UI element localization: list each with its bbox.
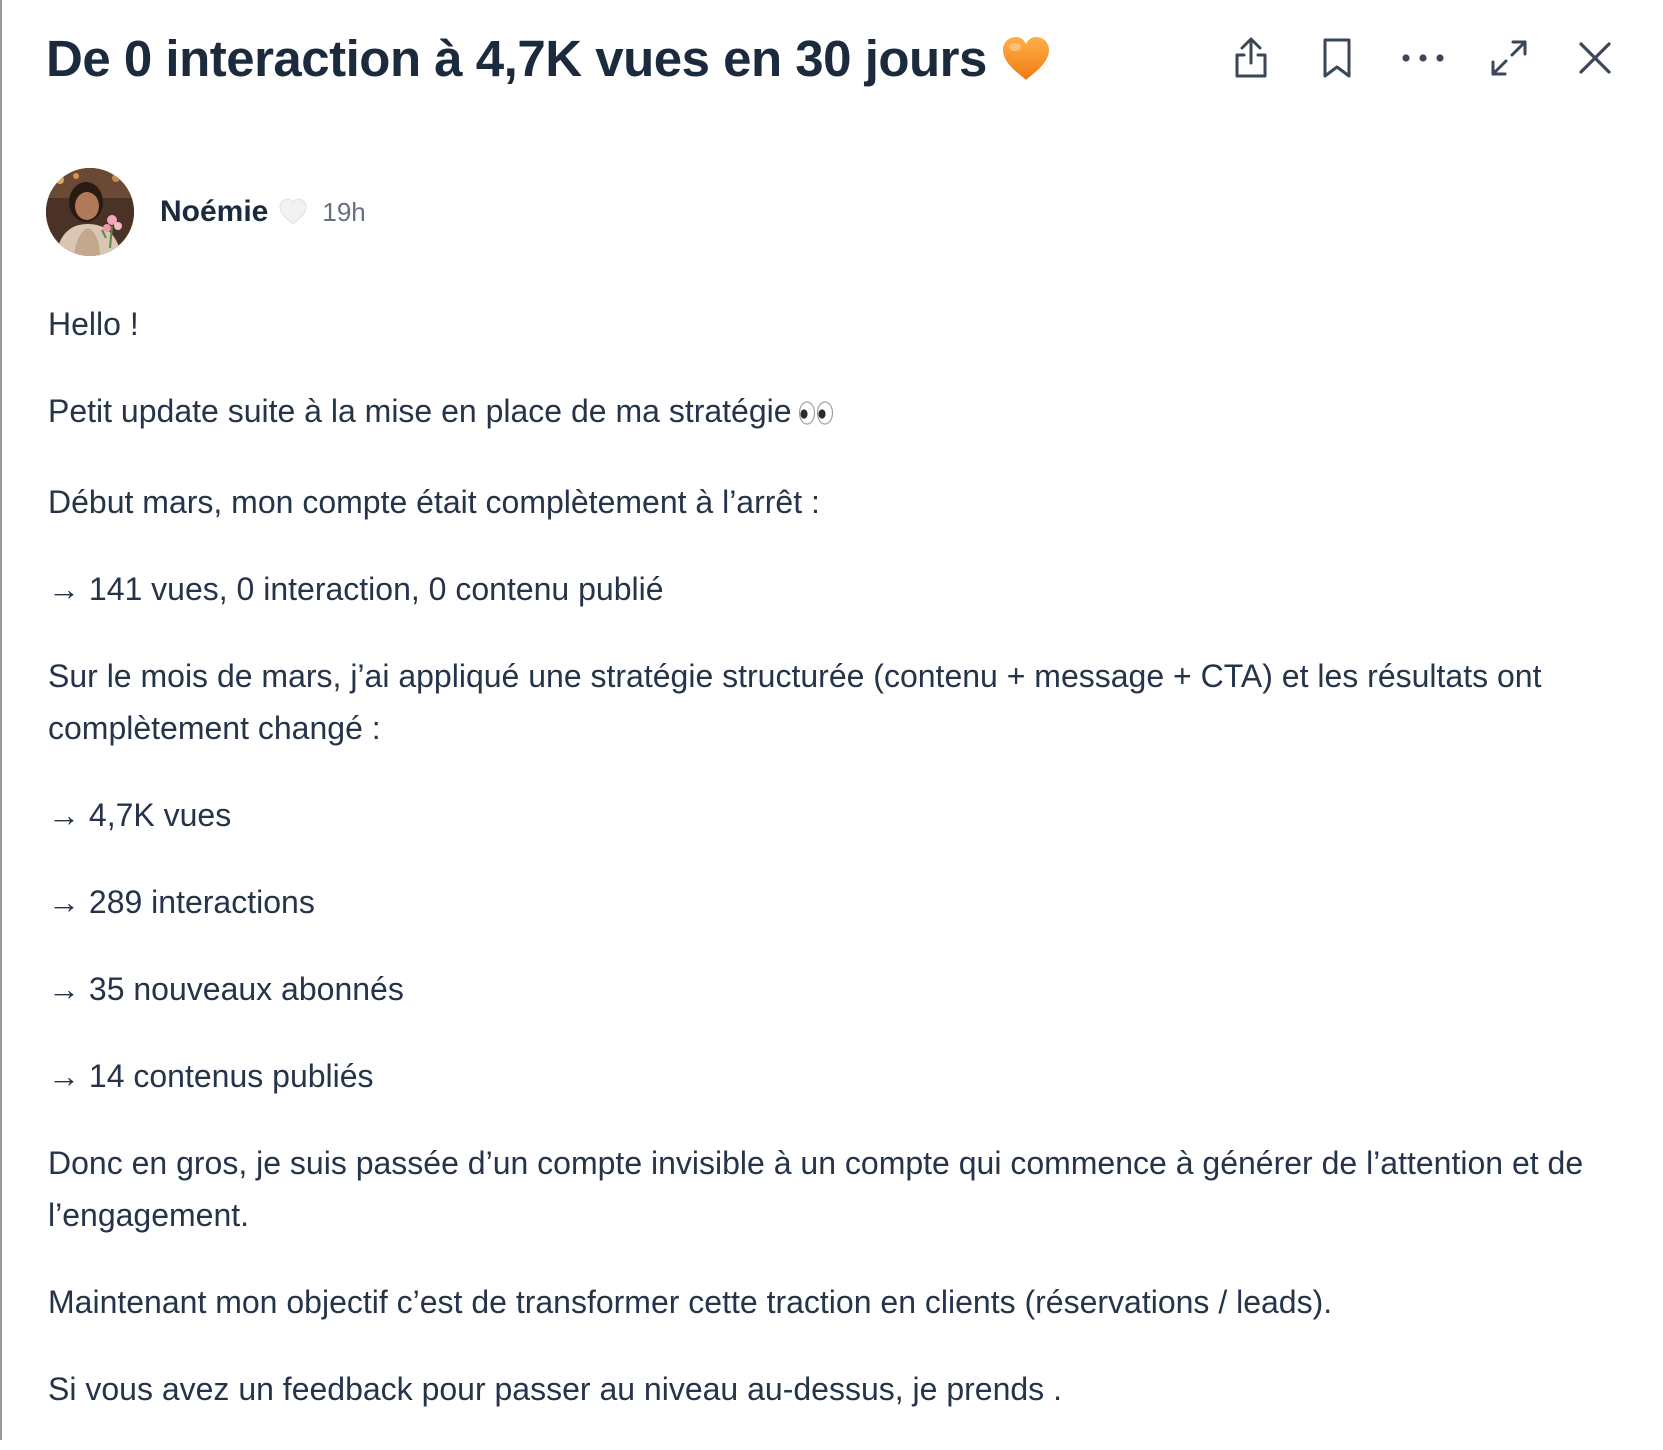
paragraph: → 289 interactions <box>48 884 315 920</box>
paragraph: → 141 vues, 0 interaction, 0 contenu pub… <box>48 571 664 607</box>
paragraph: Début mars, mon compte était complètemen… <box>48 484 820 520</box>
paragraph-text: Petit update suite à la mise en place de… <box>48 393 792 429</box>
eyes-icon <box>798 389 834 441</box>
paragraph: Sur le mois de mars, j’ai appliqué une s… <box>48 658 1542 746</box>
post-title: De 0 interaction à 4,7K vues en 30 jours <box>46 29 1051 88</box>
post-toolbar <box>1191 32 1621 84</box>
paragraph: → 35 nouveaux abonnés <box>48 971 404 1007</box>
post-title-text: De 0 interaction à 4,7K vues en 30 jours <box>46 29 987 87</box>
share-icon[interactable] <box>1225 32 1277 84</box>
paragraph: Petit update suite à la mise en place de… <box>48 385 1608 441</box>
orange-heart-icon <box>1001 35 1051 81</box>
bookmark-icon[interactable] <box>1311 32 1363 84</box>
paragraph: Donc en gros, je suis passée d’un compte… <box>48 1145 1584 1233</box>
avatar[interactable] <box>46 168 134 256</box>
more-icon[interactable] <box>1397 32 1449 84</box>
post-body: Hello ! Petit update suite à la mise en … <box>48 298 1608 1450</box>
post-header: De 0 interaction à 4,7K vues en 30 jours <box>46 18 1621 98</box>
paragraph: Hello ! <box>48 306 139 342</box>
paragraph: Si vous avez un feedback pour passer au … <box>48 1371 1062 1407</box>
paragraph: Maintenant mon objectif c’est de transfo… <box>48 1284 1333 1320</box>
white-heart-icon <box>278 198 308 226</box>
close-icon[interactable] <box>1569 32 1621 84</box>
author-name[interactable]: Noémie <box>160 195 268 229</box>
post-modal: De 0 interaction à 4,7K vues en 30 jours <box>0 0 1661 1440</box>
post-timestamp: 19h <box>322 196 366 227</box>
post-author: Noémie 19h <box>46 168 366 256</box>
expand-icon[interactable] <box>1483 32 1535 84</box>
paragraph: → 14 contenus publiés <box>48 1058 374 1094</box>
paragraph: → 4,7K vues <box>48 797 232 833</box>
